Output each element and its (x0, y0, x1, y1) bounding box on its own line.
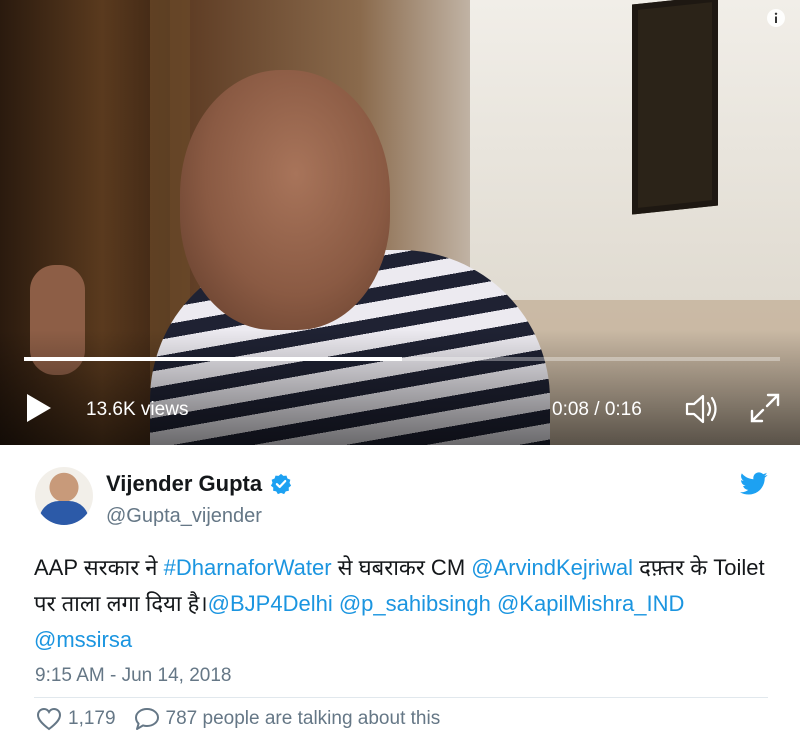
video-controls-gradient (0, 330, 800, 445)
mention-link[interactable]: @ArvindKejriwal (471, 555, 633, 580)
divider (34, 697, 768, 698)
info-icon[interactable] (766, 8, 786, 28)
comment-icon (134, 708, 159, 730)
verified-icon (270, 473, 292, 495)
tweet-text-segment: AAP सरकार ने (34, 555, 164, 580)
tweet-text-segment: से घबराकर CM (331, 555, 472, 580)
avatar[interactable] (35, 467, 93, 525)
avatar-shirt (39, 501, 89, 525)
mention-link[interactable]: @BJP4Delhi (208, 591, 333, 616)
view-count: 13.6K views (86, 399, 189, 420)
video-frame-person-head (180, 70, 390, 330)
play-button[interactable] (26, 391, 56, 425)
reply-action[interactable]: 787 people are talking about this (134, 707, 441, 731)
fullscreen-icon (750, 393, 780, 423)
mention-link[interactable]: @mssirsa (34, 627, 132, 652)
video-progress-fill (24, 357, 402, 361)
tweet-timestamp[interactable]: 9:15 AM - Jun 14, 2018 (35, 665, 231, 687)
author-name[interactable]: Vijender Gupta (106, 471, 262, 497)
tweet-actions: 1,179 787 people are talking about this (36, 707, 440, 731)
talking-count: 787 people are talking about this (165, 708, 441, 729)
fullscreen-button[interactable] (748, 391, 782, 425)
mention-link[interactable]: @p_sahibsingh (339, 591, 491, 616)
play-icon (27, 394, 51, 422)
tweet-text: AAP सरकार ने #DharnaforWater से घबराकर C… (34, 550, 774, 658)
author-row: Vijender Gupta (106, 471, 292, 497)
author-handle[interactable]: @Gupta_vijender (106, 505, 262, 528)
hashtag-link[interactable]: #DharnaforWater (164, 555, 332, 580)
volume-button[interactable] (684, 392, 724, 426)
volume-icon (685, 394, 717, 424)
like-action[interactable]: 1,179 (36, 707, 116, 731)
video-time: 0:08 / 0:16 (552, 399, 642, 420)
mention-link[interactable]: @KapilMishra_IND (497, 591, 684, 616)
twitter-bird-icon[interactable] (740, 472, 768, 496)
video-frame-painting (632, 0, 718, 215)
video-progress-bar[interactable] (24, 357, 780, 361)
like-count: 1,179 (68, 708, 116, 729)
video-player[interactable]: 13.6K views 0:08 / 0:16 (0, 0, 800, 445)
heart-icon (36, 707, 62, 731)
